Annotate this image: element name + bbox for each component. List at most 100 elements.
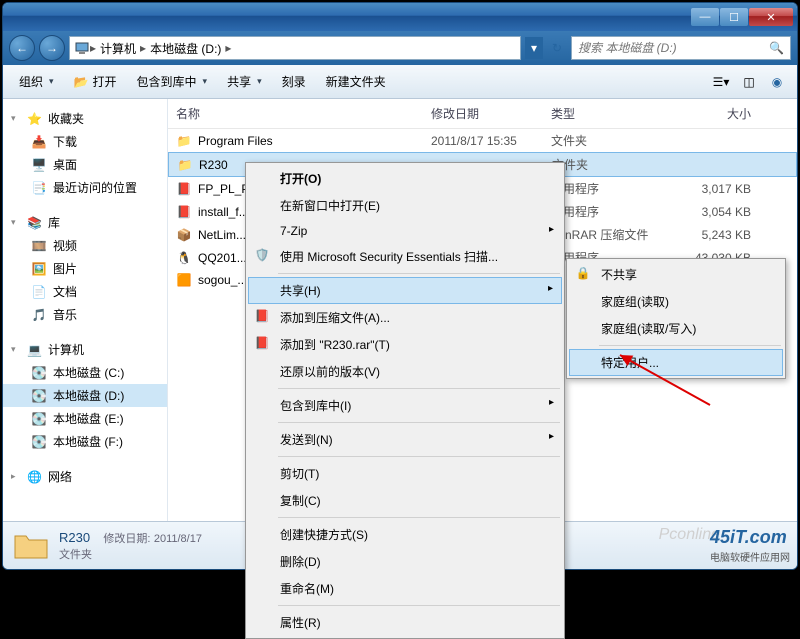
back-button[interactable]: ← xyxy=(9,35,35,61)
sidebar-item-label: 下载 xyxy=(53,133,77,150)
star-icon: ⭐ xyxy=(27,112,42,126)
favorites-label: 收藏夹 xyxy=(48,110,84,127)
sidebar-item-label: 文档 xyxy=(53,283,77,300)
address-bar[interactable]: ▸ 计算机 ▸ 本地磁盘 (D:) ▸ xyxy=(69,36,521,60)
burn-button[interactable]: 刻录 xyxy=(274,69,314,94)
ctx-share[interactable]: 共享(H) xyxy=(248,277,562,304)
detail-moddate: 2011/8/17 xyxy=(154,533,202,545)
folder-open-icon: 📂 xyxy=(74,75,89,89)
address-dropdown-button[interactable]: ▾ xyxy=(525,37,543,59)
sidebar-item-videos[interactable]: 🎞️ 视频 xyxy=(3,234,167,257)
refresh-button[interactable]: ↻ xyxy=(547,37,567,59)
column-headers: 名称 修改日期 类型 大小 xyxy=(168,99,797,129)
new-folder-button[interactable]: 新建文件夹 xyxy=(318,69,394,94)
separator xyxy=(278,517,560,518)
file-name: sogou_... xyxy=(198,273,247,287)
drive-icon: 💽 xyxy=(31,411,47,427)
favorites-header[interactable]: ▾ ⭐ 收藏夹 xyxy=(3,107,167,130)
include-library-button[interactable]: 包含到库中 xyxy=(129,69,216,94)
share-none[interactable]: 🔒 不共享 xyxy=(569,261,783,288)
file-name: Program Files xyxy=(198,134,273,148)
sidebar-item-drive-c[interactable]: 💽 本地磁盘 (C:) xyxy=(3,361,167,384)
ctx-copy[interactable]: 复制(C) xyxy=(248,487,562,514)
share-button[interactable]: 共享 xyxy=(219,69,270,94)
search-input[interactable] xyxy=(578,41,769,55)
file-name: QQ201... xyxy=(198,251,247,265)
column-type[interactable]: 类型 xyxy=(551,105,671,122)
share-specific-users[interactable]: 特定用户... xyxy=(569,349,783,376)
sidebar-item-documents[interactable]: 📄 文档 xyxy=(3,280,167,303)
ctx-7zip[interactable]: 7-Zip xyxy=(248,219,562,243)
desktop-icon: 🖥️ xyxy=(31,157,47,173)
share-homegroup-read[interactable]: 家庭组(读取) xyxy=(569,288,783,315)
file-size: 5,243 KB xyxy=(671,228,751,242)
sidebar-item-drive-e[interactable]: 💽 本地磁盘 (E:) xyxy=(3,407,167,430)
sidebar-item-desktop[interactable]: 🖥️ 桌面 xyxy=(3,153,167,176)
document-icon: 📄 xyxy=(31,284,47,300)
help-button[interactable]: ◉ xyxy=(765,70,789,94)
open-label: 打开 xyxy=(93,73,117,90)
column-name[interactable]: 名称 xyxy=(176,105,431,122)
drive-icon: 💽 xyxy=(31,388,47,404)
forward-button[interactable]: → xyxy=(39,35,65,61)
shield-icon: 🛡️ xyxy=(254,247,270,263)
ctx-label: 不共享 xyxy=(601,268,637,282)
ctx-delete[interactable]: 删除(D) xyxy=(248,548,562,575)
network-header[interactable]: ▸ 🌐 网络 xyxy=(3,465,167,488)
chevron-down-icon: ▾ xyxy=(11,113,21,124)
computer-header[interactable]: ▾ 💻 计算机 xyxy=(3,338,167,361)
ctx-properties[interactable]: 属性(R) xyxy=(248,609,562,636)
ctx-add-to-r230[interactable]: 📕 添加到 "R230.rar"(T) xyxy=(248,331,562,358)
ctx-rename[interactable]: 重命名(M) xyxy=(248,575,562,602)
ctx-restore-versions[interactable]: 还原以前的版本(V) xyxy=(248,358,562,385)
ctx-create-shortcut[interactable]: 创建快捷方式(S) xyxy=(248,521,562,548)
close-button[interactable]: ✕ xyxy=(749,8,793,26)
chevron-down-icon: ▾ xyxy=(11,344,21,355)
ctx-open[interactable]: 打开(O) xyxy=(248,165,562,192)
sidebar-item-pictures[interactable]: 🖼️ 图片 xyxy=(3,257,167,280)
titlebar: — ☐ ✕ xyxy=(3,3,797,31)
column-size[interactable]: 大小 xyxy=(671,105,751,122)
ctx-cut[interactable]: 剪切(T) xyxy=(248,460,562,487)
libraries-label: 库 xyxy=(48,214,60,231)
sidebar-item-drive-d[interactable]: 💽 本地磁盘 (D:) xyxy=(3,384,167,407)
navigation-sidebar: ▾ ⭐ 收藏夹 📥 下载 🖥️ 桌面 📑 最近访问的位置 xyxy=(3,99,168,521)
sidebar-item-downloads[interactable]: 📥 下载 xyxy=(3,130,167,153)
ctx-send-to[interactable]: 发送到(N) xyxy=(248,426,562,453)
rar-icon: 📕 xyxy=(254,335,270,351)
minimize-button[interactable]: — xyxy=(691,8,719,26)
ctx-include-library[interactable]: 包含到库中(I) xyxy=(248,392,562,419)
ctx-add-to-archive[interactable]: 📕 添加到压缩文件(A)... xyxy=(248,304,562,331)
share-homegroup-readwrite[interactable]: 家庭组(读取/写入) xyxy=(569,315,783,342)
libraries-header[interactable]: ▾ 📚 库 xyxy=(3,211,167,234)
context-menu: 打开(O) 在新窗口中打开(E) 7-Zip 🛡️ 使用 Microsoft S… xyxy=(245,162,565,639)
sidebar-item-label: 本地磁盘 (D:) xyxy=(53,387,124,404)
drive-icon: 💽 xyxy=(31,434,47,450)
file-icon: 📁 xyxy=(177,157,193,173)
favorites-group: ▾ ⭐ 收藏夹 📥 下载 🖥️ 桌面 📑 最近访问的位置 xyxy=(3,107,167,199)
sidebar-item-music[interactable]: 🎵 音乐 xyxy=(3,303,167,326)
organize-button[interactable]: 组织 xyxy=(11,69,62,94)
column-date[interactable]: 修改日期 xyxy=(431,105,551,122)
ctx-mse-scan[interactable]: 🛡️ 使用 Microsoft Security Essentials 扫描..… xyxy=(248,243,562,270)
file-size: 3,017 KB xyxy=(671,182,751,196)
view-options-button[interactable]: ☰▾ xyxy=(709,70,733,94)
sidebar-item-recent[interactable]: 📑 最近访问的位置 xyxy=(3,176,167,199)
file-icon: 📦 xyxy=(176,227,192,243)
window-controls: — ☐ ✕ xyxy=(691,8,793,26)
chevron-right-icon: ▸ xyxy=(11,471,21,482)
open-button[interactable]: 📂 打开 xyxy=(66,69,125,94)
sidebar-item-drive-f[interactable]: 💽 本地磁盘 (F:) xyxy=(3,430,167,453)
navigation-bar: ← → ▸ 计算机 ▸ 本地磁盘 (D:) ▸ ▾ ↻ 🔍 xyxy=(3,31,797,65)
recent-icon: 📑 xyxy=(31,180,47,196)
file-row[interactable]: 📁Program Files2011/8/17 15:35文件夹 xyxy=(168,129,797,152)
preview-pane-button[interactable]: ◫ xyxy=(737,70,761,94)
libraries-group: ▾ 📚 库 🎞️ 视频 🖼️ 图片 📄 文档 🎵 xyxy=(3,211,167,326)
video-icon: 🎞️ xyxy=(31,238,47,254)
search-box[interactable]: 🔍 xyxy=(571,36,791,60)
ctx-open-new-window[interactable]: 在新窗口中打开(E) xyxy=(248,192,562,219)
breadcrumb-computer[interactable]: 计算机 xyxy=(96,40,140,57)
breadcrumb-drive-d[interactable]: 本地磁盘 (D:) xyxy=(146,40,225,57)
file-date: 2011/8/17 15:35 xyxy=(431,134,551,148)
maximize-button[interactable]: ☐ xyxy=(720,8,748,26)
